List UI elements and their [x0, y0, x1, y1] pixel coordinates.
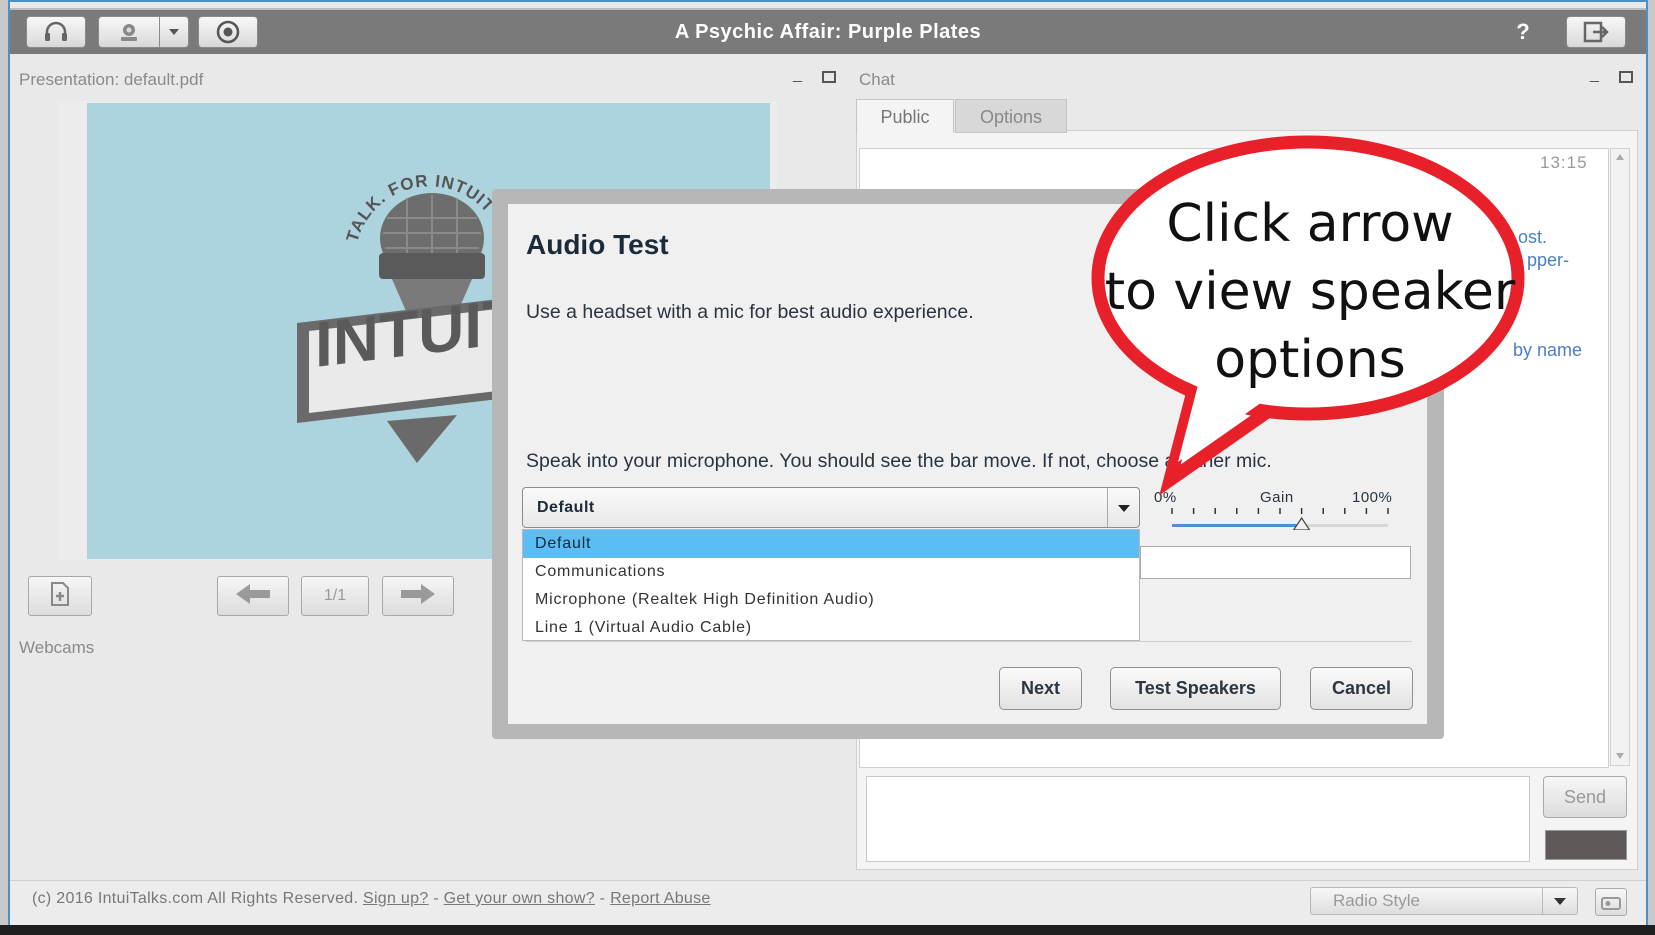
microphone-option[interactable]: Microphone (Realtek High Definition Audi… [523, 586, 1139, 614]
dialog-divider [526, 641, 1412, 642]
arrow-left-icon [236, 583, 270, 609]
callout-line: Click arrow [1166, 194, 1454, 254]
record-icon [216, 20, 240, 44]
previous-slide-button[interactable] [217, 576, 289, 616]
footer-separator: - [594, 890, 611, 907]
webcam-button[interactable] [98, 16, 160, 48]
microphone-select[interactable]: Default [522, 487, 1140, 528]
chevron-down-icon [169, 29, 179, 35]
arrow-right-icon [401, 583, 435, 609]
maximize-icon[interactable] [822, 70, 836, 88]
font-color-picker[interactable] [1545, 830, 1627, 860]
radio-style-button[interactable] [1595, 888, 1627, 916]
tab-public[interactable]: Public [856, 99, 954, 133]
report-abuse-link[interactable]: Report Abuse [610, 890, 711, 907]
dialog-title: Audio Test [526, 229, 669, 260]
headset-tip: Use a headset with a mic for best audio … [526, 301, 974, 323]
chat-timestamp: 13:15 [1540, 153, 1588, 172]
presentation-title: Presentation: default.pdf [19, 70, 204, 89]
chat-message-input[interactable] [866, 776, 1530, 862]
microphone-options-list: Default Communications Microphone (Realt… [522, 529, 1140, 641]
cancel-button[interactable]: Cancel [1310, 667, 1413, 710]
chat-scrollbar[interactable] [1610, 148, 1630, 766]
microphone-selected-value: Default [537, 499, 595, 516]
record-button[interactable] [198, 16, 258, 48]
copyright-text: (c) 2016 IntuiTalks.com All Rights Reser… [32, 890, 359, 907]
headset-button[interactable] [26, 16, 86, 48]
page-indicator[interactable]: 1/1 [301, 576, 369, 616]
next-button[interactable]: Next [999, 667, 1082, 710]
chevron-down-icon [1542, 888, 1577, 914]
taskbar-strip [0, 925, 1655, 935]
send-button[interactable]: Send [1543, 776, 1627, 818]
minimize-icon[interactable]: _ [793, 66, 802, 84]
upload-document-icon [49, 581, 71, 611]
tab-options[interactable]: Options [955, 99, 1067, 133]
webcams-title: Webcams [19, 638, 95, 657]
headset-icon [43, 21, 69, 43]
callout-line: to view speaker [1104, 262, 1516, 322]
webcam-options-dropdown[interactable] [159, 16, 189, 48]
logout-icon [1583, 21, 1609, 43]
footer-separator: - [428, 890, 444, 907]
radio-icon [1596, 897, 1626, 919]
webcam-icon [116, 22, 142, 42]
microphone-option[interactable]: Line 1 (Virtual Audio Cable) [523, 614, 1139, 642]
test-speakers-button[interactable]: Test Speakers [1110, 667, 1281, 710]
chat-title: Chat [859, 70, 895, 89]
footer-text: (c) 2016 IntuiTalks.com All Rights Reser… [32, 890, 711, 908]
logout-button[interactable] [1566, 16, 1626, 48]
microphone-option[interactable]: Communications [523, 558, 1139, 586]
get-your-own-show-link[interactable]: Get your own show? [444, 890, 595, 907]
radio-style-select[interactable]: Radio Style [1310, 887, 1578, 915]
callout-text: Click arrow to view speaker options [1100, 190, 1520, 394]
microphone-option[interactable]: Default [523, 530, 1139, 558]
callout-line: options [1214, 330, 1406, 390]
radio-style-value: Radio Style [1333, 891, 1420, 910]
chat-minimize-icon[interactable]: _ [1590, 66, 1599, 84]
sign-up-link[interactable]: Sign up? [363, 890, 429, 907]
gain-slider[interactable] [1168, 506, 1392, 531]
upload-presentation-button[interactable] [28, 576, 92, 616]
next-slide-button[interactable] [382, 576, 454, 616]
help-button[interactable]: ? [1508, 16, 1538, 48]
top-toolbar: A Psychic Affair: Purple Plates ? [10, 8, 1646, 54]
mic-level-bar [1140, 546, 1411, 579]
chat-maximize-icon[interactable] [1619, 70, 1633, 88]
